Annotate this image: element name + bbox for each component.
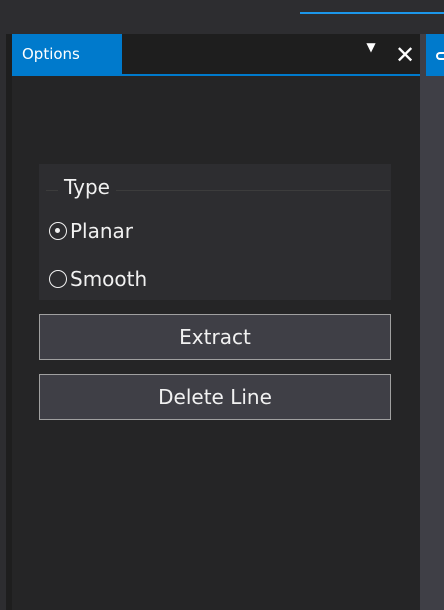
radio-smooth[interactable]: Smooth	[49, 264, 147, 294]
radio-unselected-icon[interactable]	[49, 270, 67, 288]
radio-planar[interactable]: Planar	[49, 216, 133, 246]
radio-selected-icon[interactable]	[49, 222, 67, 240]
radio-planar-label[interactable]: Planar	[70, 219, 133, 243]
adjacent-tab-glyph	[436, 52, 444, 60]
tab-options[interactable]: Options	[12, 34, 122, 74]
chevron-down-icon[interactable]: ▼	[363, 40, 379, 54]
top-accent-line	[300, 12, 444, 14]
radio-dot	[55, 228, 60, 233]
type-group-title: Type	[58, 174, 116, 200]
delete-line-button[interactable]: Delete Line	[39, 374, 391, 420]
close-icon[interactable]: ✕	[394, 43, 416, 67]
top-strip	[0, 0, 444, 34]
radio-smooth-label[interactable]: Smooth	[70, 267, 147, 291]
extract-button[interactable]: Extract	[39, 314, 391, 360]
adjacent-panel	[420, 34, 444, 610]
